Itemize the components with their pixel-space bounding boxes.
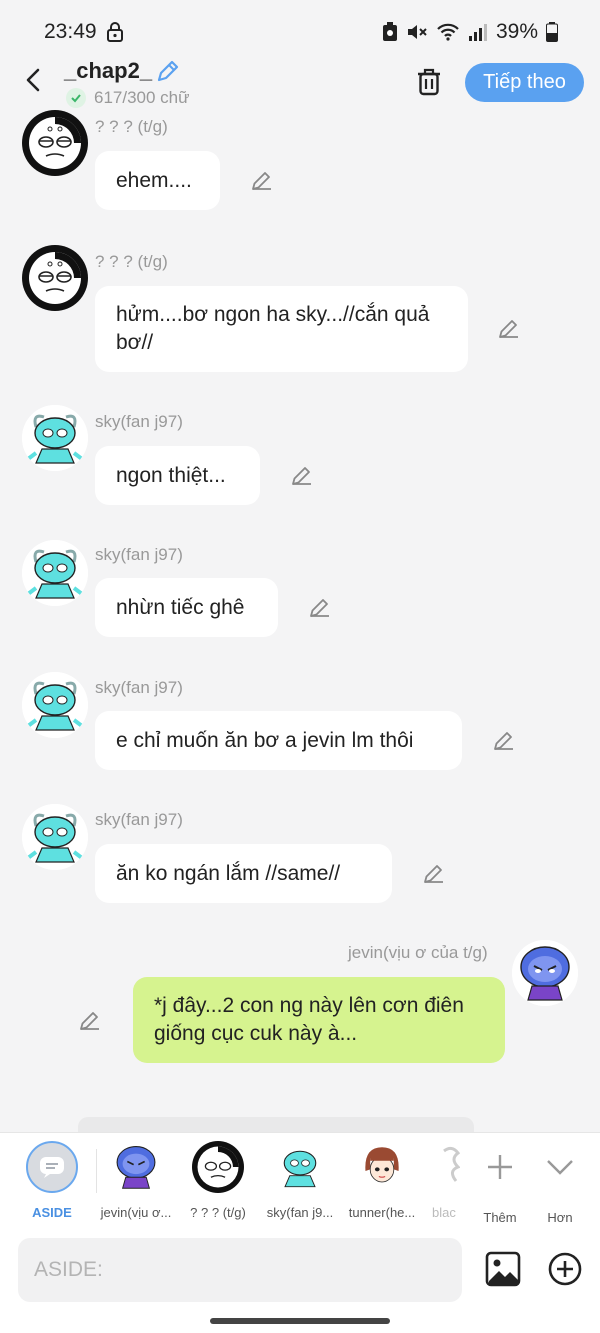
character-chip-label: tunner(he... [348,1205,416,1220]
status-icons: 39% [382,20,558,44]
message-text: ngon thiệt... [116,463,226,487]
check-icon [66,88,86,108]
skull-face-avatar [192,1141,244,1193]
signal-icon [468,24,487,41]
character-chip-partial[interactable]: blac [422,1141,460,1220]
skull-face-avatar[interactable] [22,245,88,311]
chevron-down-icon [547,1160,573,1175]
sender-name: sky(fan j97) [95,545,183,564]
cyan-creature-avatar[interactable] [22,540,88,606]
editor-header: _chap2_ 617/300 chữ Tiếp theo [0,58,600,112]
recycle-icon [382,22,397,41]
chapter-title: _chap2_ [64,58,153,83]
message-input[interactable] [18,1238,462,1302]
blue-creature-avatar[interactable] [512,940,578,1006]
expand-characters-button[interactable]: Hơn [522,1141,598,1225]
message-text: *j đây...2 con ng này lên cơn điên giống… [154,994,464,1045]
word-count: 617/300 chữ [66,88,190,108]
edit-pencil-icon[interactable] [250,168,274,192]
skull-face-avatar[interactable] [22,110,88,176]
trash-icon[interactable] [413,66,445,98]
word-count-label: 617/300 chữ [94,88,190,107]
cyan-creature-avatar[interactable] [22,405,88,471]
character-chip-author[interactable]: ? ? ? (t/g) [178,1141,258,1220]
plus-icon [488,1155,512,1179]
red-hair-girl-avatar [356,1141,408,1193]
status-bar: 23:49 39% [0,0,600,58]
sender-name: sky(fan j97) [95,678,183,697]
sender-name: jevin(vịu ơ của t/g) [348,943,488,962]
character-chip-label: jevin(vịu ơ... [100,1205,172,1220]
cyan-creature-avatar [274,1141,326,1193]
edit-pencil-icon[interactable] [492,728,516,752]
edit-pencil-icon[interactable] [497,316,521,340]
character-bar: ASIDE jevin(vịu ơ... ? ? ? (t/g) sky(fan… [0,1132,600,1228]
battery-icon [546,22,558,42]
expand-characters-label: Hơn [547,1210,573,1225]
lock-icon [107,22,123,42]
message-bubble[interactable]: *j đây...2 con ng này lên cơn điên giống… [133,977,505,1063]
message-text: ehem.... [116,168,192,192]
aside-icon [26,1141,78,1193]
sender-name: ? ? ? (t/g) [95,117,168,136]
message-bubble[interactable]: ngon thiệt... [95,446,260,505]
edit-pencil-icon[interactable] [308,595,332,619]
edit-pencil-icon[interactable] [78,1008,102,1032]
character-chip-label: ? ? ? (t/g) [190,1205,246,1220]
cyan-creature-avatar[interactable] [22,672,88,738]
image-icon[interactable] [484,1250,522,1288]
back-arrow-icon[interactable] [20,66,48,94]
edit-pencil-icon[interactable] [290,463,314,487]
sender-name: sky(fan j97) [95,412,183,431]
partial-avatar [438,1141,460,1193]
sender-name: sky(fan j97) [95,810,183,829]
add-circle-icon[interactable] [546,1250,584,1288]
message-text: hửm....bơ ngon ha sky...//cắn quả bơ// [116,303,430,354]
character-chip-label: blac [432,1205,456,1220]
character-chip-jevin[interactable]: jevin(vịu ơ... [96,1141,176,1220]
message-text: nhừn tiếc ghê [116,595,245,619]
blue-creature-avatar [110,1141,162,1193]
character-chip-aside[interactable]: ASIDE [12,1141,92,1220]
cyan-creature-avatar[interactable] [22,804,88,870]
character-chip-label: ASIDE [32,1205,72,1220]
message-bubble[interactable]: e chỉ muốn ăn bơ a jevin lm thôi [95,711,462,770]
message-text: e chỉ muốn ăn bơ a jevin lm thôi [116,728,414,752]
character-chip-tunner[interactable]: tunner(he... [342,1141,422,1220]
wifi-icon [437,23,459,41]
mute-icon [407,25,427,39]
message-text: ăn ko ngán lắm //same// [116,861,341,885]
edit-title-icon[interactable] [155,58,181,84]
home-indicator[interactable] [210,1318,390,1324]
battery-percent: 39% [495,20,538,43]
message-bubble[interactable]: nhừn tiếc ghê [95,578,278,637]
input-row [0,1228,600,1312]
message-bubble[interactable]: hửm....bơ ngon ha sky...//cắn quả bơ// [95,286,468,372]
status-time: 23:49 [44,20,97,43]
next-button[interactable]: Tiếp theo [465,63,584,102]
sender-name: ? ? ? (t/g) [95,252,168,271]
message-bubble[interactable]: ehem.... [95,151,220,210]
message-bubble[interactable]: ăn ko ngán lắm //same// [95,844,392,903]
system-nav-bar [0,1312,600,1333]
edit-pencil-icon[interactable] [422,861,446,885]
character-chip-sky[interactable]: sky(fan j9... [260,1141,340,1220]
character-chip-label: sky(fan j9... [266,1205,334,1220]
